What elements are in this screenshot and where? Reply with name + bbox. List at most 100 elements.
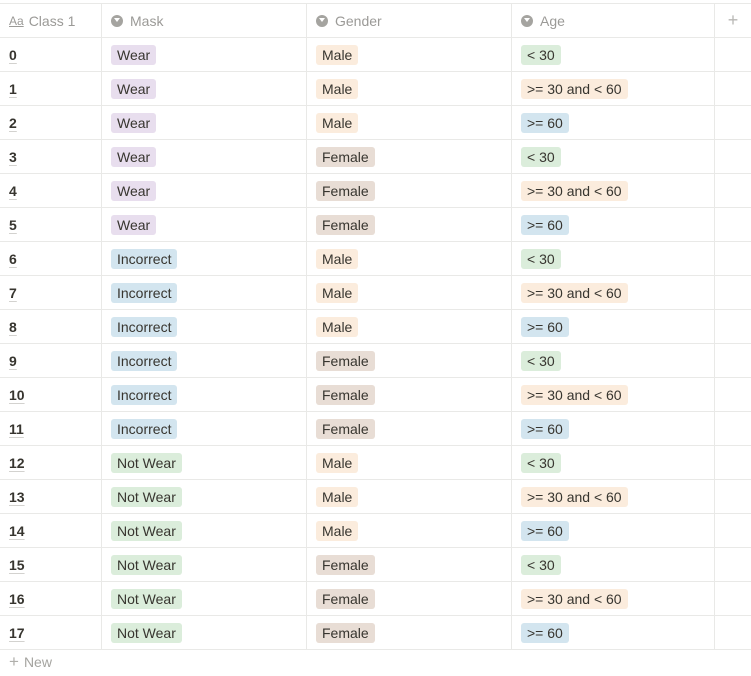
gender-cell[interactable]: Male: [307, 276, 512, 309]
table-row[interactable]: 10 Incorrect Female >= 30 and < 60: [0, 378, 751, 412]
class-cell[interactable]: 16: [0, 582, 102, 615]
class-cell[interactable]: 3: [0, 140, 102, 173]
age-cell[interactable]: >= 30 and < 60: [512, 378, 715, 411]
gender-cell[interactable]: Male: [307, 514, 512, 547]
table-row[interactable]: 17 Not Wear Female >= 60: [0, 616, 751, 650]
class-cell[interactable]: 8: [0, 310, 102, 343]
class-cell[interactable]: 4: [0, 174, 102, 207]
table-row[interactable]: 7 Incorrect Male >= 30 and < 60: [0, 276, 751, 310]
age-cell[interactable]: >= 60: [512, 106, 715, 139]
gender-cell[interactable]: Female: [307, 582, 512, 615]
age-cell[interactable]: < 30: [512, 140, 715, 173]
mask-cell[interactable]: Wear: [102, 106, 307, 139]
mask-cell[interactable]: Wear: [102, 140, 307, 173]
age-cell[interactable]: >= 30 and < 60: [512, 480, 715, 513]
gender-cell[interactable]: Female: [307, 344, 512, 377]
class-title[interactable]: 12: [9, 455, 25, 471]
class-cell[interactable]: 2: [0, 106, 102, 139]
age-cell[interactable]: < 30: [512, 446, 715, 479]
class-cell[interactable]: 7: [0, 276, 102, 309]
gender-cell[interactable]: Female: [307, 378, 512, 411]
class-cell[interactable]: 17: [0, 616, 102, 649]
class-title[interactable]: 4: [9, 183, 17, 199]
mask-cell[interactable]: Not Wear: [102, 514, 307, 547]
mask-cell[interactable]: Incorrect: [102, 242, 307, 275]
table-row[interactable]: 12 Not Wear Male < 30: [0, 446, 751, 480]
mask-cell[interactable]: Wear: [102, 72, 307, 105]
gender-cell[interactable]: Male: [307, 38, 512, 71]
class-title[interactable]: 10: [9, 387, 25, 403]
gender-cell[interactable]: Male: [307, 310, 512, 343]
gender-cell[interactable]: Female: [307, 616, 512, 649]
gender-cell[interactable]: Male: [307, 106, 512, 139]
class-title[interactable]: 6: [9, 251, 17, 267]
mask-cell[interactable]: Wear: [102, 38, 307, 71]
column-header-age[interactable]: Age: [512, 4, 715, 37]
column-header-class[interactable]: Aa Class 1: [0, 4, 102, 37]
class-title[interactable]: 15: [9, 557, 25, 573]
age-cell[interactable]: >= 60: [512, 310, 715, 343]
mask-cell[interactable]: Incorrect: [102, 412, 307, 445]
table-row[interactable]: 0 Wear Male < 30: [0, 38, 751, 72]
age-cell[interactable]: < 30: [512, 344, 715, 377]
add-column-button[interactable]: +: [715, 4, 751, 37]
mask-cell[interactable]: Not Wear: [102, 582, 307, 615]
table-row[interactable]: 8 Incorrect Male >= 60: [0, 310, 751, 344]
age-cell[interactable]: >= 60: [512, 514, 715, 547]
mask-cell[interactable]: Wear: [102, 174, 307, 207]
class-cell[interactable]: 12: [0, 446, 102, 479]
gender-cell[interactable]: Male: [307, 446, 512, 479]
table-row[interactable]: 16 Not Wear Female >= 30 and < 60: [0, 582, 751, 616]
class-title[interactable]: 8: [9, 319, 17, 335]
table-row[interactable]: 9 Incorrect Female < 30: [0, 344, 751, 378]
age-cell[interactable]: < 30: [512, 242, 715, 275]
class-cell[interactable]: 10: [0, 378, 102, 411]
column-header-gender[interactable]: Gender: [307, 4, 512, 37]
age-cell[interactable]: >= 30 and < 60: [512, 582, 715, 615]
table-row[interactable]: 11 Incorrect Female >= 60: [0, 412, 751, 446]
table-row[interactable]: 2 Wear Male >= 60: [0, 106, 751, 140]
age-cell[interactable]: < 30: [512, 548, 715, 581]
class-cell[interactable]: 11: [0, 412, 102, 445]
table-row[interactable]: 14 Not Wear Male >= 60: [0, 514, 751, 548]
column-header-mask[interactable]: Mask: [102, 4, 307, 37]
gender-cell[interactable]: Male: [307, 72, 512, 105]
new-row-button[interactable]: + New: [9, 652, 52, 672]
age-cell[interactable]: >= 30 and < 60: [512, 276, 715, 309]
class-cell[interactable]: 13: [0, 480, 102, 513]
class-cell[interactable]: 0: [0, 38, 102, 71]
gender-cell[interactable]: Male: [307, 480, 512, 513]
age-cell[interactable]: >= 60: [512, 208, 715, 241]
table-row[interactable]: 13 Not Wear Male >= 30 and < 60: [0, 480, 751, 514]
gender-cell[interactable]: Female: [307, 174, 512, 207]
age-cell[interactable]: < 30: [512, 38, 715, 71]
age-cell[interactable]: >= 30 and < 60: [512, 72, 715, 105]
class-cell[interactable]: 6: [0, 242, 102, 275]
mask-cell[interactable]: Not Wear: [102, 480, 307, 513]
class-title[interactable]: 13: [9, 489, 25, 505]
gender-cell[interactable]: Male: [307, 242, 512, 275]
mask-cell[interactable]: Not Wear: [102, 548, 307, 581]
class-cell[interactable]: 14: [0, 514, 102, 547]
mask-cell[interactable]: Wear: [102, 208, 307, 241]
class-title[interactable]: 11: [9, 421, 24, 437]
table-row[interactable]: 15 Not Wear Female < 30: [0, 548, 751, 582]
class-title[interactable]: 1: [9, 81, 17, 97]
gender-cell[interactable]: Female: [307, 548, 512, 581]
table-row[interactable]: 6 Incorrect Male < 30: [0, 242, 751, 276]
class-title[interactable]: 0: [9, 47, 17, 63]
class-cell[interactable]: 1: [0, 72, 102, 105]
table-row[interactable]: 5 Wear Female >= 60: [0, 208, 751, 242]
mask-cell[interactable]: Incorrect: [102, 344, 307, 377]
class-title[interactable]: 16: [9, 591, 25, 607]
class-title[interactable]: 17: [9, 625, 25, 641]
gender-cell[interactable]: Female: [307, 140, 512, 173]
class-title[interactable]: 9: [9, 353, 17, 369]
table-row[interactable]: 4 Wear Female >= 30 and < 60: [0, 174, 751, 208]
class-cell[interactable]: 15: [0, 548, 102, 581]
class-title[interactable]: 2: [9, 115, 17, 131]
mask-cell[interactable]: Not Wear: [102, 616, 307, 649]
class-title[interactable]: 3: [9, 149, 17, 165]
age-cell[interactable]: >= 30 and < 60: [512, 174, 715, 207]
class-cell[interactable]: 9: [0, 344, 102, 377]
